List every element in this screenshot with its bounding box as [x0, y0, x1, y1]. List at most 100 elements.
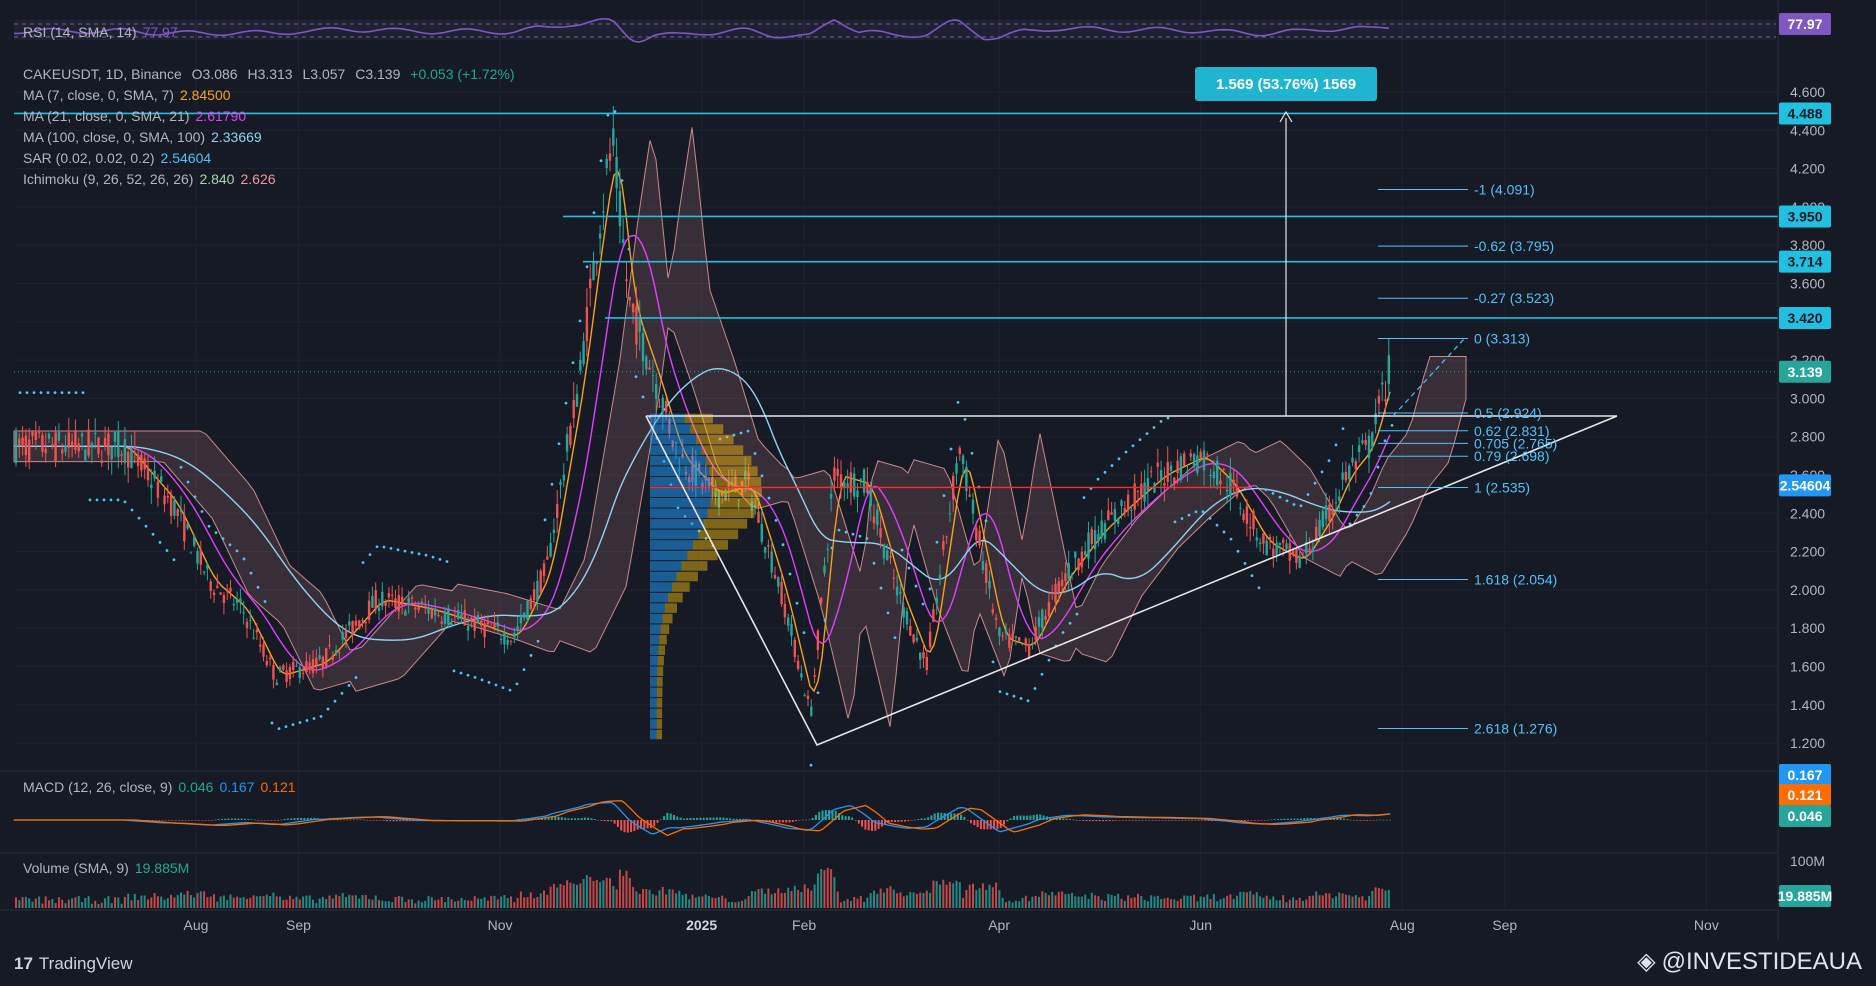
volume-bar — [625, 870, 628, 908]
macd-histogram-bar — [877, 820, 880, 829]
candle-body — [529, 598, 532, 609]
volume-bar — [1071, 892, 1073, 908]
candle-body — [84, 449, 87, 461]
volume-bar — [1216, 901, 1219, 908]
candle-body — [364, 621, 367, 624]
volume-bar — [222, 895, 225, 908]
macd-histogram-bar — [864, 820, 867, 830]
price-tick-label: 2.800 — [1790, 429, 1825, 445]
volume-bar — [1354, 895, 1357, 908]
candle-body — [334, 650, 338, 654]
candle-body — [196, 550, 199, 564]
candle-body — [1024, 638, 1027, 646]
sar-legend[interactable]: SAR (0.02, 0.02, 0.2) 2.54604 — [23, 150, 217, 166]
vp-bar-yellow — [681, 561, 708, 571]
macd-histogram-bar — [1009, 818, 1012, 820]
sar-dot — [543, 518, 547, 522]
macd-histogram-bar — [402, 820, 405, 822]
trading-chart[interactable]: 1.569 (53.76%) 1569 -1 (4.091) -0.62 (3.7… — [0, 0, 1876, 986]
macd-histogram-bar — [247, 819, 250, 820]
volume-bar — [130, 900, 133, 908]
fib-label: -1 (4.091) — [1474, 181, 1535, 197]
candle-body — [661, 397, 664, 412]
tradingview-brand[interactable]: 17 TradingView — [14, 954, 132, 974]
volume-bar — [450, 899, 453, 908]
price-tick-label: 2.400 — [1790, 505, 1825, 521]
candle-body — [536, 580, 539, 601]
vp-bar-yellow — [656, 719, 663, 729]
candle-body — [961, 455, 965, 464]
macd-histogram-bar — [960, 814, 963, 820]
candle-body — [1004, 629, 1008, 634]
ma100-legend[interactable]: MA (100, close, 0, SMA, 100) 2.33669 — [23, 129, 268, 145]
macd-histogram-bar — [913, 819, 916, 821]
volume-bar — [744, 899, 747, 908]
candle-body — [34, 432, 37, 440]
candle-body — [1087, 532, 1090, 559]
macd-histogram-bar — [696, 817, 699, 820]
candle-body — [371, 595, 374, 608]
volume-bar — [902, 896, 905, 908]
macd-histogram-bar — [1300, 818, 1302, 820]
macd-histogram-bar — [1029, 815, 1032, 820]
symbol-legend[interactable]: CAKEUSDT, 1D, Binance O3.086 H3.313 L3.0… — [23, 66, 521, 82]
sar-dot — [459, 671, 463, 675]
candle-body — [94, 433, 97, 435]
volume-bar — [803, 884, 806, 908]
candle-body — [635, 306, 638, 345]
ma7-legend[interactable]: MA (7, close, 0, SMA, 7) 2.84500 — [23, 87, 237, 103]
volume-bar — [694, 897, 697, 908]
ma21-legend[interactable]: MA (21, close, 0, SMA, 21) 2.61790 — [23, 108, 252, 124]
macd-histogram-bar — [930, 815, 933, 820]
volume-bar — [31, 901, 34, 908]
candle-body — [592, 262, 595, 281]
macd-histogram-bar — [663, 816, 666, 820]
sar-dot — [32, 391, 36, 395]
volume-bar — [246, 898, 248, 908]
time-tick-label: Aug — [184, 917, 209, 933]
candle-body — [1285, 543, 1288, 549]
candle-body — [67, 432, 70, 448]
candle-body — [407, 598, 410, 604]
candle-body — [833, 467, 836, 481]
volume-bar — [767, 888, 770, 908]
sar-dot — [515, 682, 519, 686]
sar-dot — [928, 587, 932, 591]
candle-body — [1113, 509, 1117, 522]
volume-bar — [562, 885, 565, 908]
sar-dot — [1334, 443, 1338, 447]
candle-body — [1140, 483, 1143, 500]
sar-dot — [900, 548, 904, 552]
volume-bar — [1084, 894, 1087, 908]
volume-bar — [328, 895, 331, 908]
volume-bar — [935, 881, 938, 908]
volume-bar — [592, 880, 595, 908]
macd-legend[interactable]: MACD (12, 26, close, 9) 0.046 0.167 0.121 — [23, 779, 302, 795]
macd-histogram-bar — [1352, 820, 1355, 821]
tradingview-logo-icon: 17 — [14, 954, 33, 973]
candle-body — [404, 611, 407, 616]
candle-body — [1239, 507, 1242, 509]
candle-body — [532, 589, 536, 601]
volume-legend[interactable]: Volume (SMA, 9) 19.885M — [23, 860, 195, 876]
volume-bar — [1120, 898, 1123, 908]
volume-bar — [846, 898, 849, 908]
volume-bar — [552, 883, 555, 908]
volume-bar — [698, 896, 701, 908]
candle-body — [219, 592, 222, 595]
sar-dot — [522, 668, 526, 672]
macd-histogram-bar — [841, 815, 844, 820]
volume-bar — [816, 873, 819, 908]
candle-body — [338, 652, 341, 654]
candle-body — [645, 356, 648, 370]
ichimoku-legend[interactable]: Ichimoku (9, 26, 52, 26, 26) 2.840 2.626 — [23, 171, 282, 187]
volume-bar — [292, 898, 295, 908]
candle-body — [813, 675, 816, 677]
vp-bar-blue — [650, 645, 659, 656]
candle-body — [447, 607, 450, 625]
sar-dot — [1124, 450, 1128, 454]
macd-histogram-bar — [1092, 820, 1095, 822]
volume-bar — [453, 901, 456, 908]
macd-histogram-bar — [557, 816, 560, 820]
volume-bar — [354, 895, 357, 908]
